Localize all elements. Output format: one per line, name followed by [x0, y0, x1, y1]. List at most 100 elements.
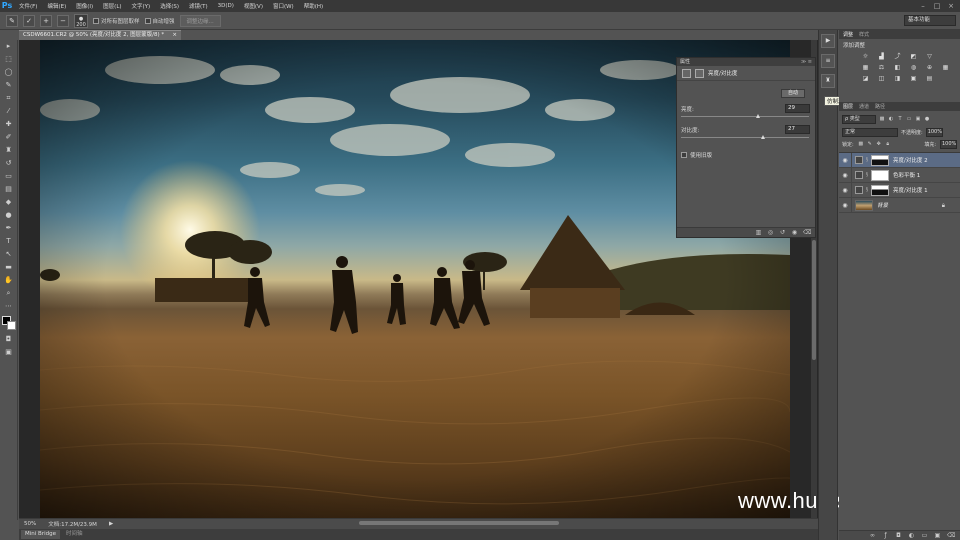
hand-tool-icon[interactable]: ✋ [3, 275, 15, 286]
screen-mode-icon[interactable]: ▣ [3, 347, 15, 358]
menu-window[interactable]: 窗口(W) [268, 2, 299, 10]
adjustment-filter-icon[interactable]: ◐ [888, 116, 894, 122]
checkbox-box[interactable] [93, 17, 99, 24]
path-select-tool-icon[interactable]: ↖ [3, 249, 15, 260]
add-selection-icon[interactable]: + [40, 14, 52, 27]
contrast-track[interactable] [681, 137, 809, 138]
clone-stamp-tool-icon[interactable]: ♜ [3, 145, 15, 156]
invert-icon[interactable]: ◪ [861, 75, 870, 83]
hue-sat-icon[interactable]: ▦ [861, 64, 870, 72]
workspace-select[interactable]: 基本功能 [904, 15, 956, 26]
delete-layer-icon[interactable]: ⌫ [947, 532, 955, 539]
zoom-level[interactable]: 50% [24, 521, 36, 527]
tab-timeline[interactable]: 时间轴 [61, 530, 87, 539]
quick-select-tool-icon[interactable]: ✎ [3, 80, 15, 91]
layer-row[interactable]: ◉ § 色彩平衡 1 [839, 167, 960, 183]
tab-adjustments[interactable]: 调整 [843, 31, 853, 38]
vertical-scroll-thumb[interactable] [812, 240, 816, 360]
filter-toggle-icon[interactable]: ● [924, 116, 930, 122]
tab-channels[interactable]: 通道 [859, 103, 869, 110]
maximize-button[interactable]: □ [932, 2, 942, 10]
properties-icon[interactable]: ≡ [821, 54, 835, 68]
menu-3d[interactable]: 3D(D) [213, 3, 239, 9]
menu-layer[interactable]: 图层(L) [98, 2, 126, 10]
menu-view[interactable]: 视图(V) [239, 2, 268, 10]
curves-icon[interactable]: ⤴ [893, 53, 902, 61]
menu-type[interactable]: 文字(Y) [127, 2, 156, 10]
use-legacy-checkbox[interactable]: 使用旧版 [681, 151, 712, 159]
clone-source-icon[interactable]: ♜ [821, 74, 835, 88]
eraser-tool-icon[interactable]: ▭ [3, 171, 15, 182]
smart-filter-icon[interactable]: ▣ [915, 116, 921, 122]
refine-edge-button[interactable]: 调整边缘... [179, 14, 221, 27]
eyedropper-tool-icon[interactable]: ⁄ [3, 106, 15, 117]
link-icon[interactable]: § [864, 156, 870, 164]
layer-thumbnail[interactable] [855, 199, 873, 211]
shape-filter-icon[interactable]: ▭ [906, 116, 912, 122]
link-icon[interactable]: § [864, 186, 870, 194]
more-tools-icon[interactable]: ⋯ [3, 301, 15, 312]
zoom-tool-icon[interactable]: ⌕ [3, 288, 15, 299]
checkbox-box[interactable] [144, 17, 151, 24]
type-tool-icon[interactable]: T [3, 236, 15, 247]
quick-mask-icon[interactable]: ◘ [3, 334, 15, 345]
clip-to-layer-icon[interactable]: ▥ [755, 229, 762, 236]
channel-mixer-icon[interactable]: ⊕ [925, 64, 934, 72]
close-document-icon[interactable]: × [172, 31, 177, 40]
brush-picker[interactable]: ● 200 [74, 13, 88, 28]
tab-layers[interactable]: 图层 [843, 103, 853, 110]
properties-titlebar[interactable]: 属性 ≫ ≡ [677, 58, 815, 66]
brightness-input[interactable]: 29 [785, 104, 810, 113]
brush-tool-icon[interactable]: ✐ [3, 132, 15, 143]
threshold-icon[interactable]: ◨ [893, 75, 902, 83]
history-brush-tool-icon[interactable]: ↺ [3, 158, 15, 169]
layer-mask-thumbnail[interactable] [871, 184, 889, 196]
new-adjustment-icon[interactable]: ◐ [908, 532, 915, 539]
layer-row[interactable]: ◉ 背景 🔒︎ [839, 197, 960, 213]
layer-mask-icon[interactable] [695, 68, 704, 78]
kind-filter-select[interactable]: ρ 类型 [842, 114, 876, 124]
layer-name[interactable]: 亮度/对比度 1 [893, 186, 928, 194]
color-balance-icon[interactable]: ⚖ [877, 64, 886, 72]
menu-select[interactable]: 选择(S) [155, 2, 184, 10]
layer-mask-thumbnail[interactable] [871, 154, 889, 166]
eye-icon[interactable]: ◉ [839, 197, 852, 213]
link-icon[interactable]: § [864, 171, 870, 179]
new-layer-icon[interactable]: ▣ [934, 532, 941, 539]
contrast-input[interactable]: 27 [785, 125, 810, 134]
crop-tool-icon[interactable]: ⌗ [3, 93, 15, 104]
panel-menu-icon[interactable]: ≫ ≡ [801, 58, 812, 66]
link-layers-icon[interactable]: ∞ [869, 532, 876, 539]
vibrance-icon[interactable]: ▽ [925, 53, 934, 61]
marquee-tool-icon[interactable]: ⬚ [3, 54, 15, 65]
tab-paths[interactable]: 路径 [875, 103, 885, 110]
color-swatches[interactable] [1, 316, 16, 330]
new-selection-icon[interactable]: ✓ [23, 14, 35, 27]
eye-icon[interactable]: ◉ [839, 152, 852, 168]
menu-file[interactable]: 文件(F) [14, 2, 42, 10]
layer-row[interactable]: ◉ § 亮度/对比度 2 [839, 152, 960, 168]
tab-styles[interactable]: 样式 [859, 31, 869, 38]
pen-tool-icon[interactable]: ✒ [3, 223, 15, 234]
photo-filter-icon[interactable]: ◍ [909, 64, 918, 72]
layer-mask-thumbnail[interactable] [871, 169, 889, 181]
color-lookup-icon[interactable]: ▦ [941, 64, 950, 72]
layer-name[interactable]: 亮度/对比度 2 [893, 156, 928, 164]
subtract-selection-icon[interactable]: − [57, 14, 69, 27]
type-filter-icon[interactable]: T [897, 116, 903, 122]
lasso-tool-icon[interactable]: ◯ [3, 67, 15, 78]
healing-tool-icon[interactable]: ✚ [3, 119, 15, 130]
document-tab[interactable]: CSDW6601.CR2 @ 50% (亮度/对比度 2, 图层蒙版/8) * … [19, 30, 181, 40]
status-menu-arrow-icon[interactable]: ▶ [109, 521, 113, 527]
eye-icon[interactable]: ◉ [839, 167, 852, 183]
menu-filter[interactable]: 滤镜(T) [184, 2, 213, 10]
lock-transparent-icon[interactable]: ▩ [858, 141, 864, 147]
visibility-icon[interactable]: ◉ [791, 229, 798, 236]
sample-all-layers-checkbox[interactable]: 对所有图层取样 [93, 17, 140, 25]
lock-all-icon[interactable]: 🔒︎ [885, 141, 891, 147]
close-window-button[interactable]: × [946, 2, 956, 10]
shape-tool-icon[interactable]: ▬ [3, 262, 15, 273]
menu-image[interactable]: 图像(I) [71, 2, 98, 10]
background-color[interactable] [6, 321, 16, 330]
minimize-button[interactable]: – [918, 2, 928, 10]
